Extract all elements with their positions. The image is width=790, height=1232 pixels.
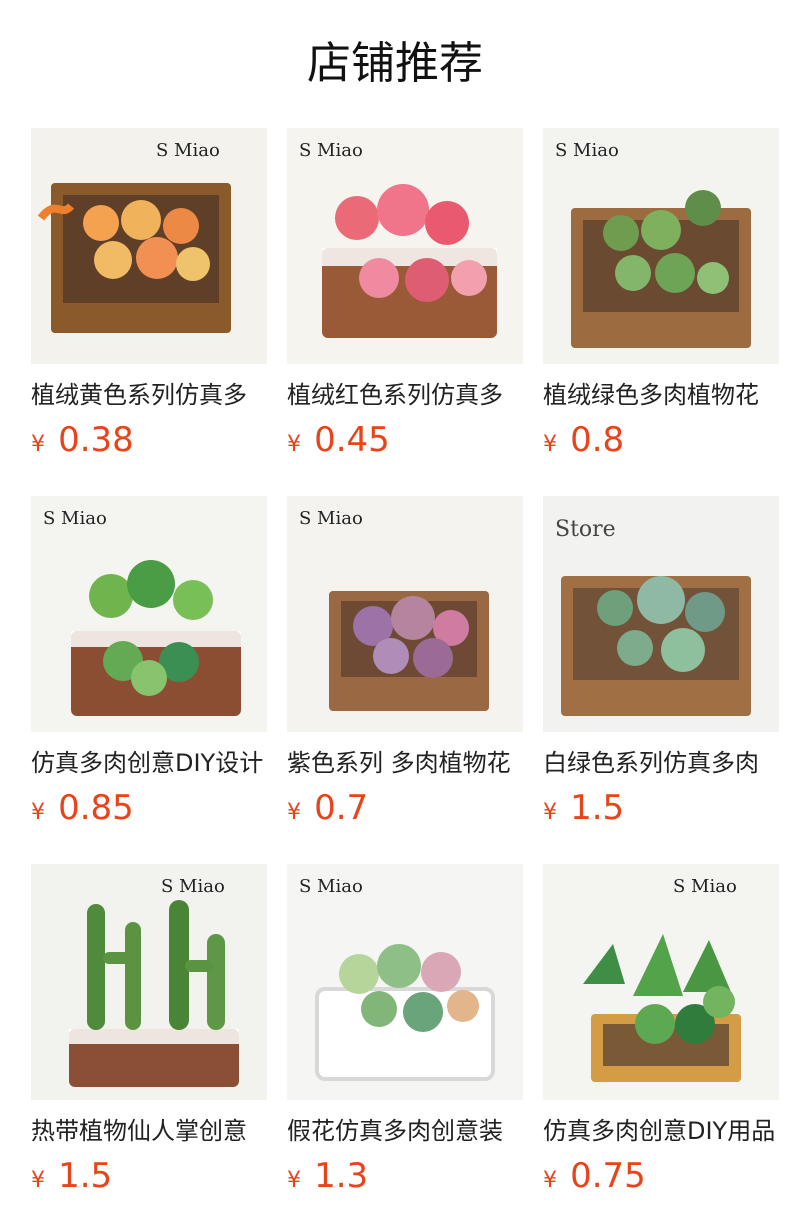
- yellow-succulent-box-image: S Miao: [31, 128, 267, 364]
- svg-text:S Miao: S Miao: [299, 140, 363, 161]
- currency-symbol: ¥: [287, 800, 301, 825]
- currency-symbol: ¥: [31, 800, 45, 825]
- price-value: 0.38: [58, 420, 134, 460]
- tropical-succulent-box-image: S Miao: [543, 864, 779, 1100]
- price-value: 1.3: [314, 1156, 369, 1196]
- product-image[interactable]: S Miao: [287, 864, 523, 1100]
- green-succulent-basket-image: S Miao: [31, 496, 267, 732]
- product-card[interactable]: S Miao 植绒绿色多肉植物花 ¥ 0.8: [543, 128, 779, 468]
- currency-symbol: ¥: [543, 432, 557, 457]
- page-title: 店铺推荐: [307, 38, 483, 89]
- product-price: ¥ 0.85: [31, 786, 267, 830]
- purple-succulent-box-image: S Miao: [287, 496, 523, 732]
- product-price: ¥ 0.45: [287, 418, 523, 462]
- product-image[interactable]: S Miao: [31, 496, 267, 732]
- product-image[interactable]: S Miao: [31, 128, 267, 364]
- product-name[interactable]: 白绿色系列仿真多肉: [543, 746, 779, 780]
- svg-text:S Miao: S Miao: [156, 140, 220, 161]
- currency-symbol: ¥: [31, 1168, 45, 1193]
- product-price: ¥ 0.8: [543, 418, 779, 462]
- product-card[interactable]: S Miao 假花仿真多肉创意装 ¥ 1.3: [287, 864, 523, 1204]
- product-name[interactable]: 仿真多肉创意DIY设计: [31, 746, 267, 780]
- product-price: ¥ 1.5: [543, 786, 779, 830]
- red-succulent-basket-image: S Miao: [287, 128, 523, 364]
- product-price: ¥ 1.5: [31, 1154, 267, 1198]
- svg-text:S Miao: S Miao: [161, 876, 225, 897]
- cactus-basket-image: S Miao: [31, 864, 267, 1100]
- product-name[interactable]: 仿真多肉创意DIY用品: [543, 1114, 779, 1148]
- price-value: 0.75: [570, 1156, 646, 1196]
- product-name[interactable]: 植绒黄色系列仿真多: [31, 378, 267, 412]
- product-name[interactable]: 热带植物仙人掌创意: [31, 1114, 267, 1148]
- price-value: 1.5: [570, 788, 625, 828]
- currency-symbol: ¥: [287, 432, 301, 457]
- price-value: 0.8: [570, 420, 625, 460]
- svg-text:S Miao: S Miao: [555, 140, 619, 161]
- product-price: ¥ 0.75: [543, 1154, 779, 1198]
- currency-symbol: ¥: [287, 1168, 301, 1193]
- product-card[interactable]: S Miao 紫色系列 多肉植物花 ¥ 0.7: [287, 496, 523, 836]
- product-image[interactable]: S Miao: [543, 864, 779, 1100]
- product-price: ¥ 0.7: [287, 786, 523, 830]
- product-image[interactable]: Store: [543, 496, 779, 732]
- product-name[interactable]: 假花仿真多肉创意装: [287, 1114, 523, 1148]
- svg-text:S Miao: S Miao: [43, 508, 107, 529]
- product-name[interactable]: 植绒绿色多肉植物花: [543, 378, 779, 412]
- currency-symbol: ¥: [543, 1168, 557, 1193]
- product-card[interactable]: S Miao 热带植物仙人掌创意 ¥ 1.5: [31, 864, 267, 1204]
- currency-symbol: ¥: [31, 432, 45, 457]
- product-image[interactable]: S Miao: [287, 496, 523, 732]
- price-value: 0.45: [314, 420, 390, 460]
- white-green-succulent-box-image: Store: [543, 496, 779, 732]
- svg-text:S Miao: S Miao: [299, 508, 363, 529]
- price-value: 0.7: [314, 788, 369, 828]
- product-image[interactable]: S Miao: [31, 864, 267, 1100]
- product-price: ¥ 0.38: [31, 418, 267, 462]
- product-card[interactable]: S Miao 仿真多肉创意DIY设计 ¥ 0.85: [31, 496, 267, 836]
- product-image[interactable]: S Miao: [543, 128, 779, 364]
- svg-text:S Miao: S Miao: [673, 876, 737, 897]
- product-image[interactable]: S Miao: [287, 128, 523, 364]
- product-card[interactable]: S Miao 植绒红色系列仿真多 ¥ 0.45: [287, 128, 523, 468]
- currency-symbol: ¥: [543, 800, 557, 825]
- product-card[interactable]: S Miao 仿真多肉创意DIY用品 ¥ 0.75: [543, 864, 779, 1204]
- svg-text:Store: Store: [555, 517, 616, 542]
- succulent-white-planter-image: S Miao: [287, 864, 523, 1100]
- price-value: 0.85: [58, 788, 134, 828]
- svg-text:S Miao: S Miao: [299, 876, 363, 897]
- price-value: 1.5: [58, 1156, 113, 1196]
- product-name[interactable]: 植绒红色系列仿真多: [287, 378, 523, 412]
- product-name[interactable]: 紫色系列 多肉植物花: [287, 746, 523, 780]
- green-succulent-box-image: S Miao: [543, 128, 779, 364]
- product-card[interactable]: S Miao 植绒黄色系列仿真多 ¥ 0.38: [31, 128, 267, 468]
- product-price: ¥ 1.3: [287, 1154, 523, 1198]
- product-card[interactable]: Store 白绿色系列仿真多肉 ¥ 1.5: [543, 496, 779, 836]
